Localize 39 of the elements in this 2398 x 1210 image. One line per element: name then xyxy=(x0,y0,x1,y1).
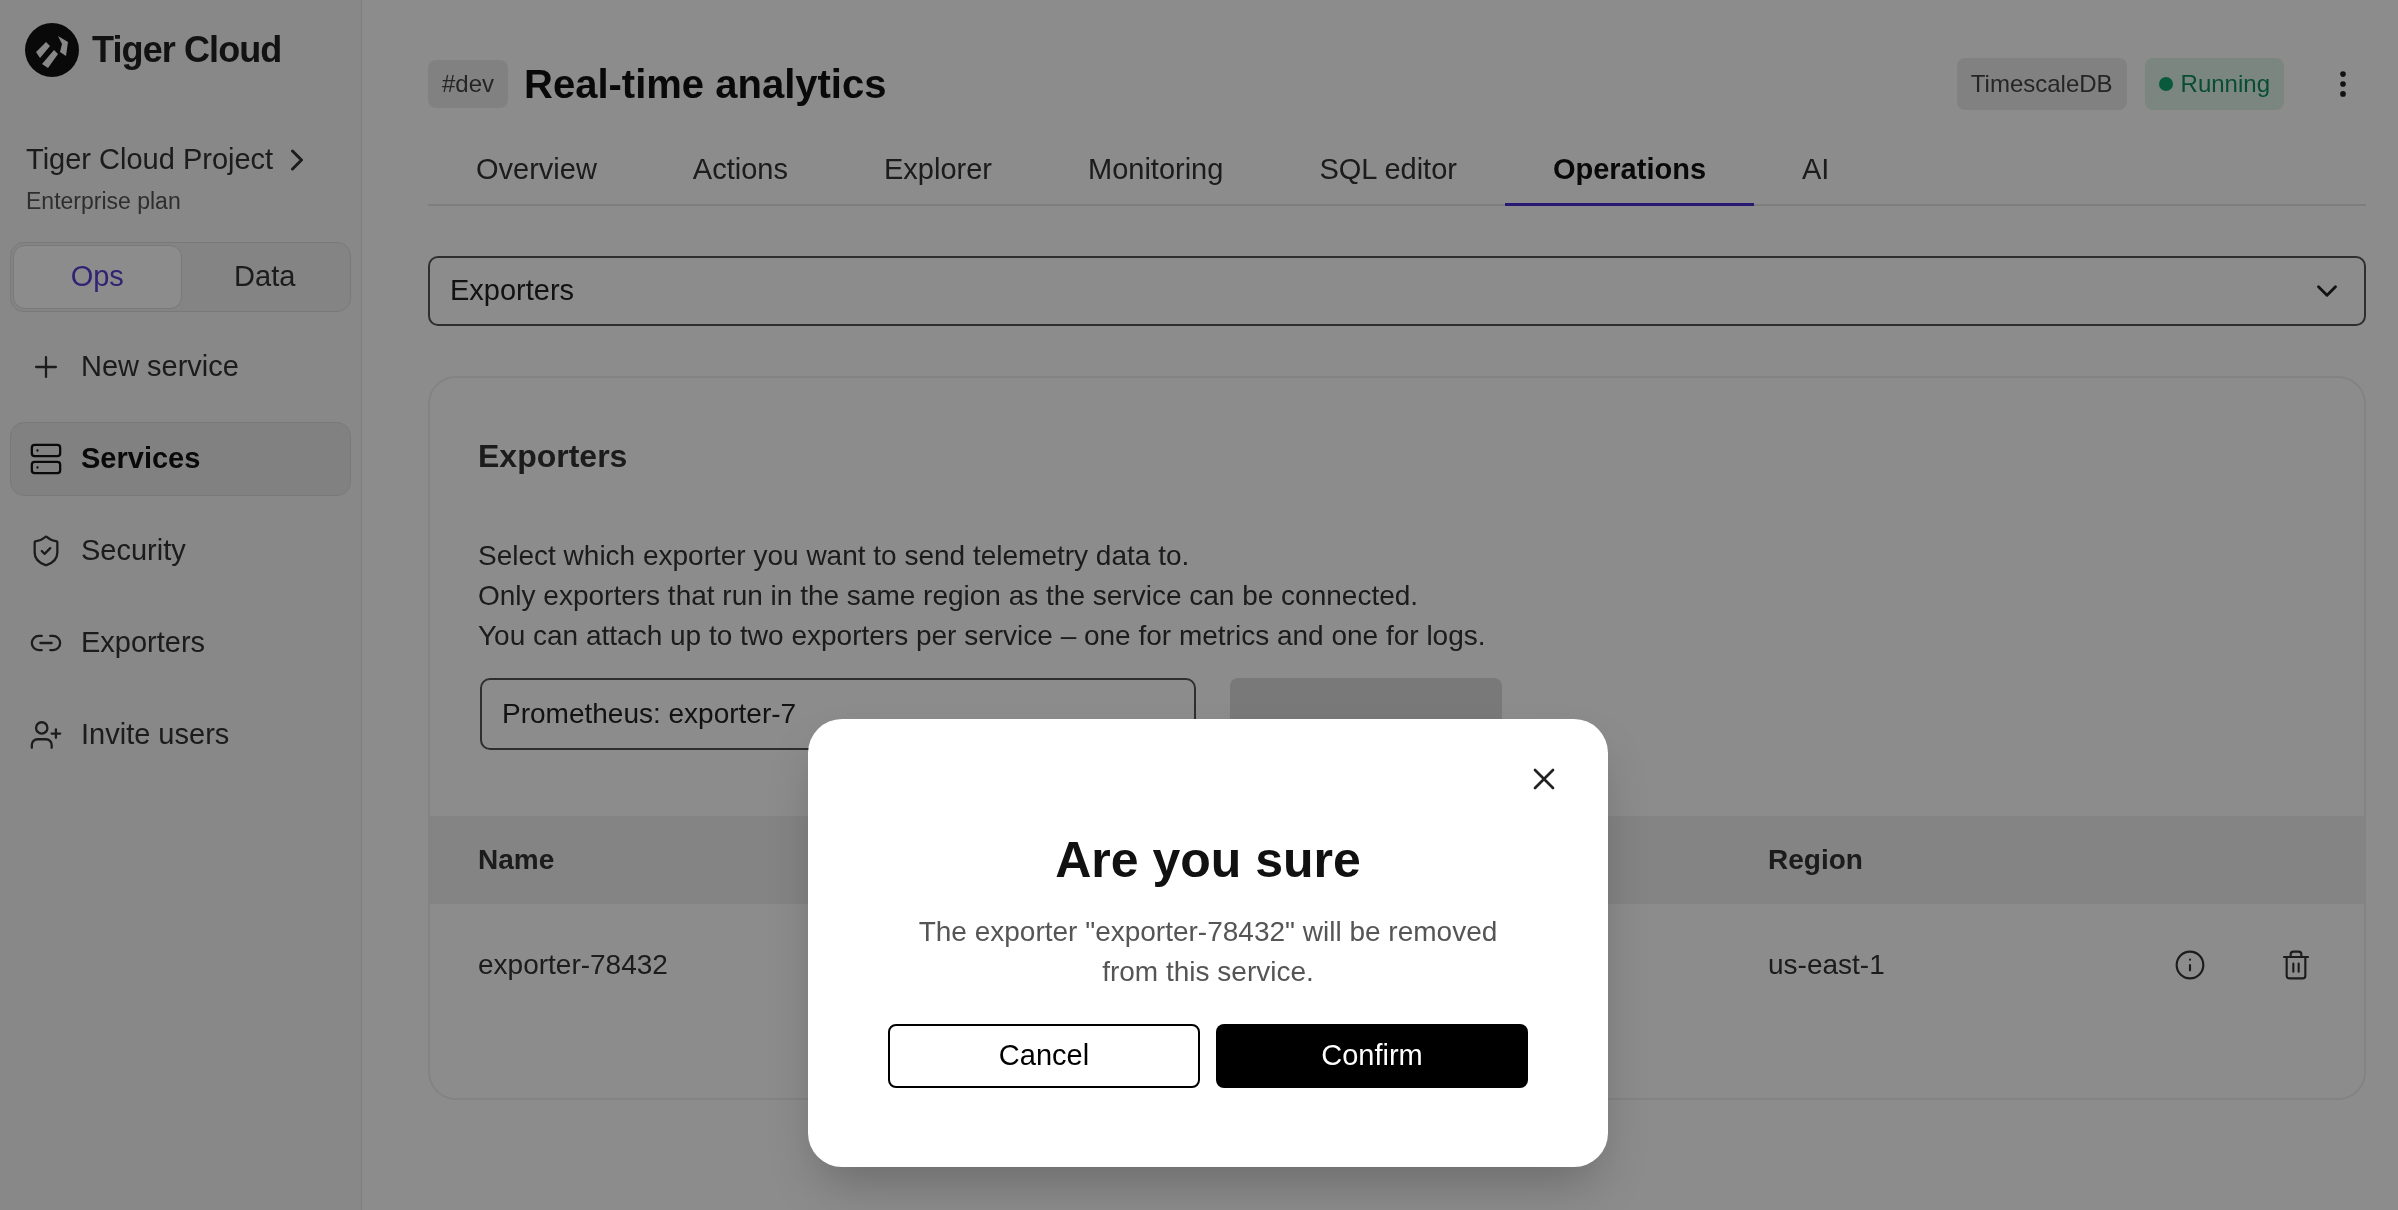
server-icon xyxy=(29,442,63,476)
confirm-button[interactable]: Confirm xyxy=(1216,1024,1528,1088)
sidebar-item[interactable]: Invite users xyxy=(10,698,351,772)
description-line: You can attach up to two exporters per service – one for metrics and one for logs. xyxy=(478,619,1487,653)
tab[interactable]: Actions xyxy=(644,136,836,206)
description-line: Only exporters that run in the same region as the service can be connected. xyxy=(478,579,1420,613)
tab[interactable]: SQL editor xyxy=(1271,136,1505,206)
table-cell: exporter-78432 xyxy=(478,949,668,980)
brand-name: Tiger Cloud xyxy=(92,28,282,72)
card-title: Exporters xyxy=(478,437,629,476)
engine-badge: TimescaleDB xyxy=(1956,58,2127,110)
mode-tab[interactable]: Data xyxy=(181,245,348,309)
column-header: Name xyxy=(478,844,555,875)
tab[interactable]: AI xyxy=(1754,136,1878,206)
sidebar-item[interactable]: Exporters xyxy=(10,606,351,680)
column-header: Region xyxy=(1768,843,1863,877)
service-title: Real-time analytics xyxy=(524,61,887,108)
tab[interactable]: Operations xyxy=(1504,136,1755,206)
tab[interactable]: Overview xyxy=(428,136,645,206)
info-icon[interactable] xyxy=(2174,949,2206,981)
cancel-button[interactable]: Cancel xyxy=(888,1024,1200,1088)
section-select[interactable]: Exporters xyxy=(428,256,2366,326)
chevron-right-icon xyxy=(291,147,304,172)
trash-icon[interactable] xyxy=(2280,949,2312,981)
user-plus-icon xyxy=(29,718,63,752)
sidebar-item[interactable]: Services xyxy=(10,422,351,496)
environment-tag: #dev xyxy=(428,60,509,108)
table-cell-text: us-east-1 xyxy=(1768,948,1886,982)
status-badge: Running xyxy=(2144,58,2284,110)
dialog-title: Are you sure xyxy=(1055,831,1361,890)
description-line: Select which exporter you want to send telemetry data to. xyxy=(478,539,1191,573)
dialog-message: The exporter "exporter-78432" will be removed from this service. xyxy=(917,915,1499,989)
project-switcher[interactable]: Tiger Cloud Project Enterprise plan xyxy=(10,138,351,218)
tab[interactable]: Monitoring xyxy=(1039,136,1272,206)
tab[interactable]: Explorer xyxy=(835,136,1040,206)
sidebar-item[interactable]: New service xyxy=(10,330,351,404)
logo-icon xyxy=(24,22,80,78)
sidebar-item[interactable]: Security xyxy=(10,514,351,588)
mode-tab[interactable]: Ops xyxy=(13,245,182,309)
